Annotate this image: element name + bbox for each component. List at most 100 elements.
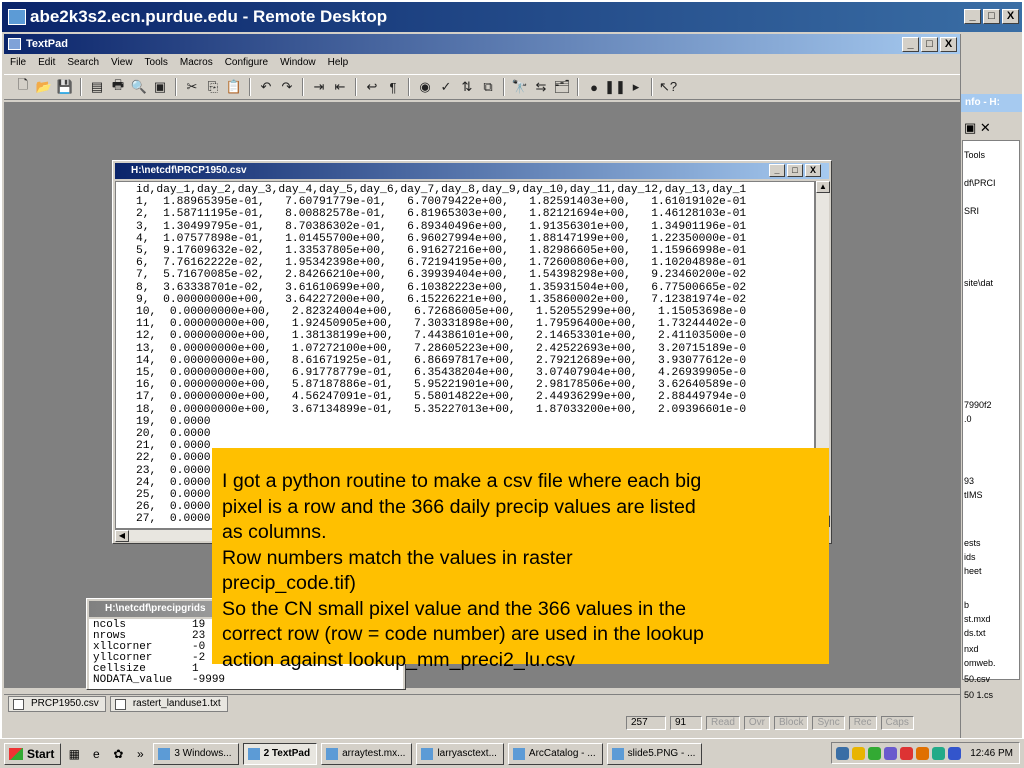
- replace-icon[interactable]: ⇆: [532, 78, 550, 96]
- task-label: slide5.PNG - ...: [627, 747, 696, 759]
- tray-remote-icon[interactable]: [900, 746, 914, 760]
- bg-item: 7990f2: [964, 400, 992, 410]
- menu-search[interactable]: Search: [67, 54, 99, 72]
- print-preview-icon[interactable]: 🔍: [130, 78, 148, 96]
- menu-edit[interactable]: Edit: [38, 54, 55, 72]
- menu-macros[interactable]: Macros: [180, 54, 213, 72]
- csv-line: 2, 1.58711195e-01, 8.00882578e-01, 6.819…: [136, 208, 747, 221]
- tray-security-icon[interactable]: [852, 746, 866, 760]
- start-button[interactable]: Start: [4, 742, 62, 765]
- rd-minimize-button[interactable]: _: [964, 9, 981, 24]
- task-textpad[interactable]: 2 TextPad: [242, 742, 318, 765]
- start-label: Start: [27, 746, 55, 761]
- print-icon[interactable]: 🖶: [109, 77, 127, 96]
- paint-icon: [611, 747, 624, 760]
- csv-line: 4, 1.07577898e-01, 1.01455700e+00, 6.960…: [136, 232, 747, 245]
- csv-minimize-button[interactable]: _: [769, 164, 785, 177]
- bg-path-text: df\PRCI: [964, 178, 996, 188]
- taskbar-clock[interactable]: 12:46 PM: [970, 748, 1013, 759]
- rd-maximize-button[interactable]: □: [983, 9, 1000, 24]
- show-desktop-icon[interactable]: ▦: [65, 745, 83, 763]
- task-windows-explorer[interactable]: 3 Windows...: [153, 742, 239, 765]
- internet-explorer-icon[interactable]: e: [87, 745, 105, 763]
- tp-minimize-button[interactable]: _: [902, 37, 919, 52]
- textpad-menubar: File Edit Search View Tools Macros Confi…: [4, 54, 960, 72]
- tray-sync-icon[interactable]: [932, 746, 946, 760]
- toolbar-divider: [651, 78, 653, 96]
- context-help-icon[interactable]: ↖?: [659, 78, 677, 96]
- play-macro-icon[interactable]: ▸: [627, 78, 645, 96]
- paste-icon[interactable]: 📋: [225, 78, 243, 96]
- record-macro-icon[interactable]: ●: [585, 78, 603, 96]
- redo-icon[interactable]: ↷: [278, 78, 296, 96]
- new-file-icon[interactable]: 🗋: [14, 77, 32, 96]
- csv-window-titlebar[interactable]: H:\netcdf\PRCP1950.csv: [115, 163, 829, 179]
- task-arraytest[interactable]: arraytest.mx...: [321, 742, 413, 765]
- callout-line: I got a python routine to make a csv fil…: [222, 470, 702, 492]
- close-icon[interactable]: ▣ ✕: [964, 120, 991, 136]
- csv-line: 6, 7.76162222e-02, 1.95342398e+00, 6.721…: [136, 257, 747, 270]
- copy-icon[interactable]: ⎘: [204, 78, 222, 96]
- quicklaunch-app-icon[interactable]: ✿: [109, 745, 127, 763]
- scroll-left-icon[interactable]: ◀: [115, 530, 129, 542]
- csv-line: 15, 0.00000000e+00, 6.91778779e-01, 6.35…: [136, 367, 747, 380]
- tray-network-icon[interactable]: [884, 746, 898, 760]
- csv-line: 14, 0.00000000e+00, 8.61671925e-01, 6.86…: [136, 354, 747, 367]
- scroll-up-icon[interactable]: ▲: [816, 181, 830, 193]
- menu-help[interactable]: Help: [328, 54, 349, 72]
- menu-file[interactable]: File: [10, 54, 26, 72]
- menu-view[interactable]: View: [111, 54, 133, 72]
- document-icon: [13, 698, 24, 710]
- csv-line: 20, 0.0000: [136, 428, 211, 441]
- tray-update-icon[interactable]: [916, 746, 930, 760]
- rd-close-button[interactable]: X: [1002, 9, 1019, 24]
- save-icon[interactable]: 💾: [56, 78, 74, 96]
- menu-configure[interactable]: Configure: [225, 54, 268, 72]
- task-label: 3 Windows...: [174, 747, 232, 759]
- task-slide5[interactable]: slide5.PNG - ...: [606, 742, 703, 765]
- tray-info-icon[interactable]: [836, 746, 850, 760]
- bg-menu-tools: Tools: [964, 150, 986, 160]
- find-in-files-icon[interactable]: 🗂: [553, 78, 571, 96]
- csv-line: 16, 0.00000000e+00, 5.87187886e-01, 5.95…: [136, 379, 747, 392]
- browser-icon[interactable]: ◉: [416, 78, 434, 96]
- compare-icon[interactable]: ⧉: [479, 78, 497, 96]
- status-ovr: Ovr: [743, 716, 771, 730]
- tray-shield-icon[interactable]: [948, 746, 962, 760]
- background-window-panel: [962, 140, 1020, 680]
- sort-icon[interactable]: ⇅: [458, 78, 476, 96]
- cut-icon[interactable]: ✂: [183, 78, 201, 96]
- tp-close-button[interactable]: X: [940, 37, 957, 52]
- document-icon: [114, 698, 126, 710]
- tab-prcp1950[interactable]: PRCP1950.csv: [8, 695, 106, 712]
- csv-line: 3, 1.30499795e-01, 8.70386302e-01, 6.893…: [136, 220, 747, 233]
- indent-icon[interactable]: ⇥: [310, 78, 328, 96]
- outdent-icon[interactable]: ⇤: [331, 78, 349, 96]
- bg-item: ds.txt: [964, 628, 986, 638]
- tray-app-icon[interactable]: [868, 746, 882, 760]
- word-wrap-icon[interactable]: ↩: [363, 78, 381, 96]
- spellcheck-icon[interactable]: ✓: [437, 78, 455, 96]
- pilcrow-icon[interactable]: ¶: [384, 78, 402, 96]
- manage-files-icon[interactable]: ▤: [88, 78, 106, 96]
- remote-desktop-title: abe2k3s2.ecn.purdue.edu - Remote Desktop: [30, 7, 388, 26]
- status-block: Block: [774, 716, 809, 730]
- task-larryasctext[interactable]: larryasctext...: [416, 742, 504, 765]
- bg-item: .0: [964, 414, 972, 424]
- task-arccatalog[interactable]: ArcCatalog - ...: [507, 742, 603, 765]
- tab-rastert-landuse[interactable]: rastert_landuse1.txt: [109, 695, 228, 712]
- csv-close-button[interactable]: X: [805, 164, 821, 177]
- callout-line: action against lookup_mm_preci2_lu.csv: [222, 648, 575, 671]
- csv-maximize-button[interactable]: □: [787, 164, 803, 177]
- pause-macro-icon[interactable]: ❚❚: [604, 78, 626, 96]
- undo-icon[interactable]: ↶: [257, 78, 275, 96]
- toolbar-divider: [408, 78, 410, 96]
- menu-tools[interactable]: Tools: [145, 54, 168, 72]
- bg-item: 50 1.cs: [964, 690, 994, 700]
- document-icon[interactable]: ▣: [151, 78, 169, 96]
- open-folder-icon[interactable]: 📂: [35, 78, 53, 96]
- menu-window[interactable]: Window: [280, 54, 316, 72]
- chevron-right-icon[interactable]: »: [131, 745, 149, 763]
- tp-maximize-button[interactable]: □: [921, 37, 938, 52]
- find-icon[interactable]: 🔭: [511, 78, 529, 96]
